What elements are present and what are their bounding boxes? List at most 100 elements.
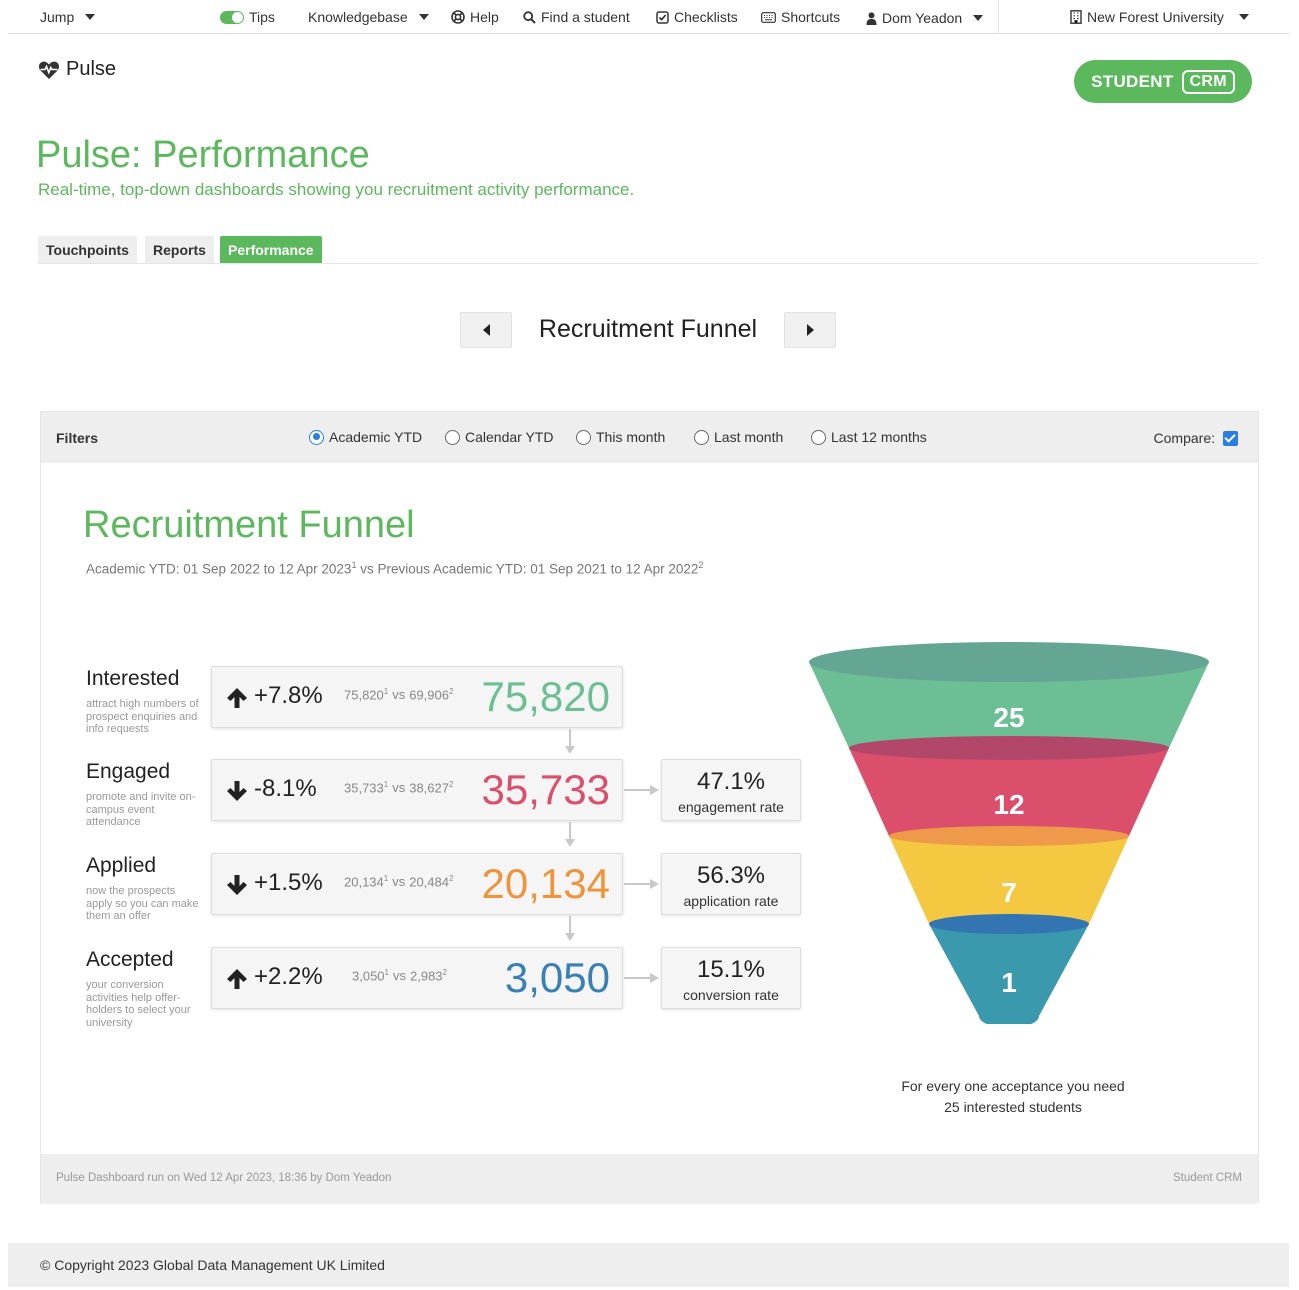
connector-arrowhead — [565, 746, 575, 754]
footnote-1: 1 — [384, 968, 389, 977]
chevron-down-icon — [85, 14, 96, 20]
footnote-2: 2 — [448, 874, 454, 883]
filter-last-12-months[interactable]: Last 12 months — [811, 429, 927, 445]
checklists-label: Checklists — [674, 9, 738, 25]
pulse-brand[interactable]: Pulse — [38, 58, 116, 81]
stage-description: attract high numbers of prospect enquiri… — [86, 698, 199, 735]
footer-brand: Student CRM — [1172, 1172, 1242, 1184]
stage-description: now the prospects apply so you can make … — [86, 885, 199, 922]
tab-reports[interactable]: Reports — [145, 236, 214, 263]
vs-label: vs — [393, 968, 406, 984]
check-square-icon — [656, 10, 669, 24]
rate-label: conversion rate — [683, 987, 779, 1003]
user-icon — [866, 11, 877, 25]
filter-calendar-ytd[interactable]: Calendar YTD — [445, 429, 553, 445]
dashboard-title: Recruitment Funnel — [538, 315, 758, 343]
stage-metric-box: +7.8% 75,8201 vs 69,9062 75,820 — [211, 666, 623, 728]
filter-academic-ytd[interactable]: Academic YTD — [309, 429, 422, 445]
top-navigation: Jump Tips Knowledgebase Help Find a stud… — [8, 0, 1289, 34]
page-title: Pulse: Performance — [36, 134, 370, 176]
vs-label: vs — [392, 780, 406, 796]
funnel-segment-label: 7 — [1001, 877, 1017, 908]
lifebuoy-icon — [451, 10, 465, 24]
tab-touchpoints[interactable]: Touchpoints — [38, 236, 137, 263]
footnote-1: 1 — [383, 780, 389, 789]
shortcuts-label: Shortcuts — [781, 9, 841, 25]
funnel-segment-label: 1 — [1001, 967, 1017, 998]
institution-menu[interactable]: New Forest University — [1070, 9, 1249, 25]
run-info: Pulse Dashboard run on Wed 12 Apr 2023, … — [56, 1172, 392, 1184]
filter-this-month[interactable]: This month — [576, 429, 665, 445]
toggle-switch-icon[interactable] — [220, 10, 244, 24]
vertical-connector — [569, 822, 571, 840]
footnote-2: 2 — [448, 780, 454, 789]
stage-change: +7.8% — [254, 682, 323, 709]
stage-name: Interested — [86, 667, 180, 690]
connector-arrowhead — [565, 839, 575, 847]
user-menu[interactable]: Dom Yeadon — [866, 10, 984, 26]
filter-label: Calendar YTD — [465, 429, 554, 445]
rate-box: 56.3% application rate — [661, 853, 801, 915]
nav-divider — [998, 0, 999, 34]
stage-value: 3,050 — [504, 954, 610, 1001]
arrow-down-icon — [227, 875, 247, 895]
current-count: 3,050 — [352, 968, 385, 984]
funnel-segment: 1 — [929, 914, 1089, 1024]
dashboard-selector: Recruitment Funnel — [460, 312, 836, 348]
page: Jump Tips Knowledgebase Help Find a stud… — [8, 0, 1289, 1290]
stage-metric-box: +2.2% 3,0501 vs 2,9832 3,050 — [211, 947, 623, 1009]
stage-value: 35,733 — [481, 766, 610, 813]
dashboard-card: Filters Academic YTD Calendar YTD This m… — [40, 411, 1259, 1204]
user-name: Dom Yeadon — [882, 10, 963, 26]
stage-description: promote and invite on-campus event atten… — [86, 791, 196, 828]
compare-label: Compare: — [1153, 430, 1215, 446]
vs-label: vs — [392, 874, 406, 890]
radio-checked-icon[interactable] — [309, 429, 324, 445]
footnote-1: 1 — [383, 687, 389, 696]
stage-name: Applied — [86, 854, 157, 877]
help-link[interactable]: Help — [451, 9, 499, 25]
previous-count: 20,484 — [409, 874, 449, 890]
current-count: 75,820 — [344, 687, 384, 703]
building-icon — [1070, 10, 1082, 24]
page-footer: © Copyright 2023 Global Data Management … — [8, 1243, 1289, 1287]
rate-value: 47.1% — [696, 768, 766, 795]
copyright: © Copyright 2023 Global Data Management … — [40, 1257, 385, 1273]
filter-label: Academic YTD — [329, 429, 423, 445]
find-student-link[interactable]: Find a student — [523, 9, 630, 25]
checklists-link[interactable]: Checklists — [656, 9, 738, 25]
radio-unchecked-icon[interactable] — [694, 429, 709, 445]
next-dashboard-button[interactable] — [784, 312, 836, 348]
institution-name: New Forest University — [1087, 9, 1224, 25]
footnote-2: 2 — [442, 968, 447, 977]
previous-dashboard-button[interactable] — [460, 312, 512, 348]
vertical-connector — [569, 729, 571, 747]
filters-label: Filters — [56, 430, 99, 446]
funnel-date-range: Academic YTD: 01 Sep 2022 to 12 Apr 2023… — [86, 560, 703, 577]
shortcuts-link[interactable]: Shortcuts — [761, 9, 840, 25]
current-count: 35,733 — [344, 780, 384, 796]
rate-box: 47.1% engagement rate — [661, 759, 801, 821]
connector-arrowhead — [650, 879, 659, 889]
filter-last-month[interactable]: Last month — [694, 429, 783, 445]
radio-unchecked-icon[interactable] — [445, 429, 460, 445]
radio-unchecked-icon[interactable] — [576, 429, 591, 445]
compare-checkbox[interactable] — [1223, 430, 1238, 446]
arrow-down-icon — [227, 781, 247, 801]
stage-metric-box: -8.1% 35,7331 vs 38,6272 35,733 — [211, 759, 623, 821]
search-icon — [523, 10, 536, 24]
tab-performance[interactable]: Performance — [220, 236, 322, 263]
previous-count: 69,906 — [409, 687, 449, 703]
chevron-down-icon — [973, 15, 984, 21]
student-crm-logo[interactable]: STUDENT CRM — [1074, 60, 1252, 103]
radio-unchecked-icon[interactable] — [811, 429, 826, 445]
funnel-note-line-1: For every one acceptance you need — [901, 1078, 1125, 1094]
stage-comparison: 35,7331 vs 38,6272 — [344, 780, 453, 795]
previous-count: 2,983 — [410, 968, 443, 984]
page-subtitle: Real-time, top-down dashboards showing y… — [38, 180, 635, 199]
compare-toggle[interactable]: Compare: — [1154, 430, 1238, 446]
knowledgebase-menu[interactable]: Knowledgebase — [308, 9, 429, 25]
tips-toggle[interactable]: Tips — [220, 9, 275, 25]
section-tabs: Touchpoints Reports Performance — [38, 236, 1258, 264]
jump-menu[interactable]: Jump — [40, 9, 96, 25]
